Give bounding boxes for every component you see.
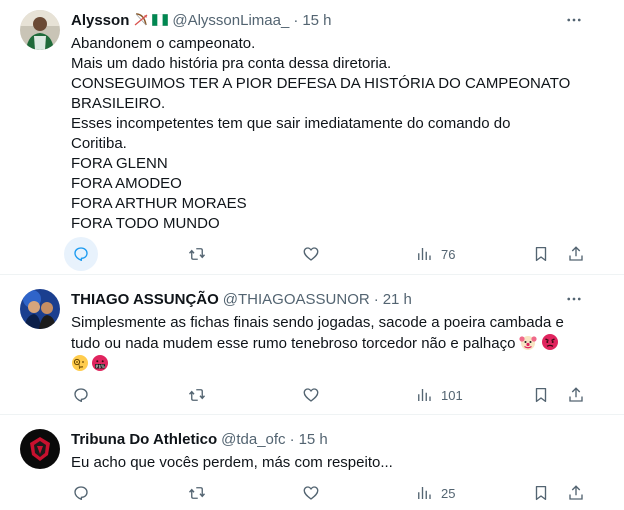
- tweet-line: FORA TODO MUNDO: [71, 215, 220, 232]
- tweet-line: Coritiba.: [71, 135, 127, 152]
- tweet[interactable]: THIAGO ASSUNÇÃO @THIAGOASSUNOR · 21 h Si…: [0, 275, 624, 415]
- timestamp[interactable]: 21 h: [383, 291, 412, 308]
- share-icon[interactable]: [559, 237, 593, 271]
- views-count: 25: [441, 485, 456, 501]
- share-button[interactable]: [559, 377, 593, 413]
- bookmark-icon[interactable]: [524, 237, 558, 271]
- views-icon[interactable]: [407, 237, 441, 271]
- author-name[interactable]: Alysson: [71, 12, 129, 29]
- angry-face-icon: [541, 333, 559, 351]
- tweet-text: Simplesmente as fichas finais sendo joga…: [71, 313, 590, 375]
- separator-dot: ·: [373, 290, 379, 308]
- flag-nigeria-icon: [152, 14, 169, 26]
- separator-dot: ·: [289, 430, 295, 448]
- tweet-header: Tribuna Do Athletico @tda_ofc · 15 h: [71, 429, 564, 449]
- timestamp[interactable]: 15 h: [302, 12, 331, 29]
- tweet-line: Esses incompetentes tem que sair imediat…: [71, 115, 511, 132]
- author-handle[interactable]: @AlyssonLimaa_: [172, 12, 289, 29]
- share-button[interactable]: [559, 236, 593, 272]
- reply-icon[interactable]: [64, 237, 98, 271]
- timestamp[interactable]: 15 h: [299, 431, 328, 448]
- bookmark-button[interactable]: [524, 475, 558, 510]
- tweet-line: FORA GLENN: [71, 155, 168, 172]
- tweet-line: Simplesmente as fichas finais sendo joga…: [71, 314, 564, 331]
- like-button[interactable]: [294, 236, 328, 272]
- tweet-line: tudo ou nada mudem esse rumo tenebroso t…: [71, 333, 590, 354]
- tweet-actions: 101: [64, 377, 590, 413]
- tweet-header: THIAGO ASSUNÇÃO @THIAGOASSUNOR · 21 h: [71, 289, 564, 309]
- views-button[interactable]: 25: [407, 475, 455, 510]
- face-with-monocle-icon: [71, 354, 89, 372]
- clown-face-icon: [519, 333, 538, 351]
- author-name[interactable]: THIAGO ASSUNÇÃO: [71, 291, 219, 308]
- tweet[interactable]: Alysson @AlyssonLimaa_ · 15 h Abandonem …: [0, 0, 624, 275]
- tweet-line: Eu acho que vocês perdem, más com respei…: [71, 454, 393, 471]
- author-handle[interactable]: @tda_ofc: [221, 431, 285, 448]
- views-count: 76: [441, 246, 456, 262]
- views-button[interactable]: 101: [407, 377, 463, 413]
- tweet-line: BRASILEIRO.: [71, 95, 166, 112]
- tweet-line-text: tudo ou nada mudem esse rumo tenebroso t…: [71, 335, 516, 352]
- tweet-actions: 76: [64, 236, 590, 272]
- tweet-actions: 25: [64, 475, 590, 510]
- views-button[interactable]: 76: [407, 236, 455, 272]
- like-button[interactable]: [294, 475, 328, 510]
- bookmark-icon[interactable]: [524, 378, 558, 412]
- tweet-text: Eu acho que vocês perdem, más com respei…: [71, 453, 590, 473]
- like-icon[interactable]: [294, 378, 328, 412]
- tweet-line: FORA ARTHUR MORAES: [71, 195, 247, 212]
- face-with-symbols-icon: #$%: [91, 354, 109, 372]
- tweet-line: Abandonem o campeonato.: [71, 35, 256, 52]
- tweet-line: #$%: [71, 354, 590, 375]
- bookmark-button[interactable]: [524, 377, 558, 413]
- retweet-icon[interactable]: [180, 237, 214, 271]
- tweet-line: FORA AMODEO: [71, 175, 182, 192]
- views-icon[interactable]: [407, 476, 441, 510]
- reply-button[interactable]: [64, 475, 98, 510]
- separator-dot: ·: [293, 11, 299, 29]
- share-button[interactable]: [559, 475, 593, 510]
- tweet-text: Abandonem o campeonato. Mais um dado his…: [71, 34, 590, 234]
- svg-text:#$%: #$%: [95, 364, 105, 369]
- avatar[interactable]: [20, 10, 60, 50]
- like-button[interactable]: [294, 377, 328, 413]
- reply-icon[interactable]: [64, 476, 98, 510]
- views-icon[interactable]: [407, 378, 441, 412]
- avatar[interactable]: [20, 429, 60, 469]
- tweet[interactable]: Tribuna Do Athletico @tda_ofc · 15 h Eu …: [0, 415, 624, 510]
- share-icon[interactable]: [559, 476, 593, 510]
- like-icon[interactable]: [294, 476, 328, 510]
- bookmark-button[interactable]: [524, 236, 558, 272]
- reply-button[interactable]: [64, 377, 98, 413]
- share-icon[interactable]: [559, 378, 593, 412]
- more-icon[interactable]: [564, 10, 584, 30]
- retweet-button[interactable]: [180, 377, 214, 413]
- like-icon[interactable]: [294, 237, 328, 271]
- retweet-icon[interactable]: [180, 476, 214, 510]
- bow-arrow-icon: [133, 12, 149, 28]
- retweet-button[interactable]: [180, 236, 214, 272]
- author-name[interactable]: Tribuna Do Athletico: [71, 431, 217, 448]
- reply-button[interactable]: [64, 236, 98, 272]
- retweet-icon[interactable]: [180, 378, 214, 412]
- views-count: 101: [441, 387, 463, 403]
- avatar[interactable]: [20, 289, 60, 329]
- retweet-button[interactable]: [180, 475, 214, 510]
- tweet-line: Mais um dado história pra conta dessa di…: [71, 55, 392, 72]
- profile-badges: [133, 12, 169, 28]
- more-icon[interactable]: [564, 289, 584, 309]
- author-handle[interactable]: @THIAGOASSUNOR: [223, 291, 370, 308]
- bookmark-icon[interactable]: [524, 476, 558, 510]
- tweet-line: CONSEGUIMOS TER A PIOR DEFESA DA HISTÓRI…: [71, 75, 571, 92]
- reply-icon[interactable]: [64, 378, 98, 412]
- tweet-header: Alysson @AlyssonLimaa_ · 15 h: [71, 10, 564, 30]
